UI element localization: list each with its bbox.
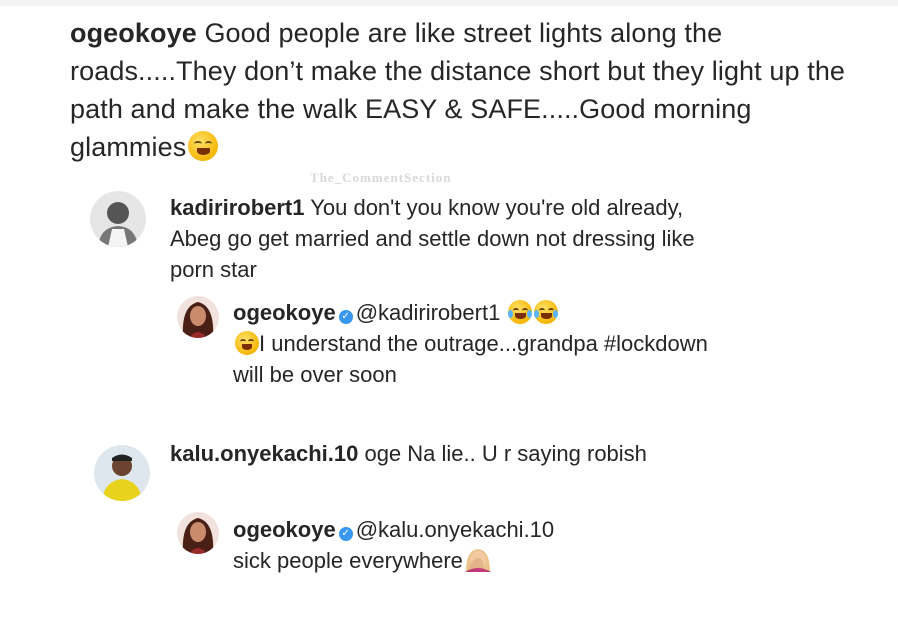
reply-ogeokoye-1: ogeokoye ✓ @kadirirobert1 I understand the… [233, 297, 733, 390]
caption-username[interactable]: ogeokoye [70, 18, 197, 48]
commenter-avatar-kadirirobert1[interactable] [90, 191, 146, 247]
laughing-emoji-icon [188, 131, 219, 161]
comment-username[interactable]: kalu.onyekachi.10 [170, 441, 358, 466]
comment-kadirirobert1: kadirirobert1 You don't you know you're … [170, 192, 730, 285]
reply-mention[interactable]: @kalu.onyekachi.10 [356, 517, 554, 542]
tears-of-joy-icon [508, 300, 533, 324]
avatar-image [177, 296, 219, 338]
comment-username[interactable]: kadirirobert1 [170, 195, 305, 220]
reply-text: sick people everywhere [233, 548, 463, 573]
facepalm-emoji-icon [463, 546, 493, 572]
verified-badge-icon: ✓ [338, 310, 353, 324]
avatar-image [177, 512, 219, 554]
watermark: The_CommentSection [310, 170, 452, 185]
avatar-image [94, 445, 150, 501]
laughing-emoji-icon [235, 331, 259, 355]
reply-username[interactable]: ogeokoye [233, 300, 336, 325]
comment-kalu-onyekachi-10: kalu.onyekachi.10 oge Na lie.. U r sayin… [170, 438, 750, 469]
reply-ogeokoye-2: ogeokoye ✓ @kalu.onyekachi.10 sick people e… [233, 514, 733, 576]
replier-avatar-ogeokoye[interactable] [177, 512, 219, 554]
verified-badge-icon: ✓ [338, 527, 353, 541]
commenter-avatar-kalu-onyekachi-10[interactable] [94, 445, 150, 501]
top-edge-bar [0, 0, 898, 6]
reply-text: I understand the outrage...grandpa #lock… [233, 331, 708, 387]
comment-text: oge Na lie.. U r saying robish [364, 441, 647, 466]
reply-mention[interactable]: @kadirirobert1 [356, 300, 501, 325]
avatar-image [90, 191, 146, 247]
post-caption: ogeokoye Good people are like street lig… [70, 14, 860, 166]
replier-avatar-ogeokoye[interactable] [177, 296, 219, 338]
tears-of-joy-icon [534, 300, 559, 324]
reply-username[interactable]: ogeokoye [233, 517, 336, 542]
